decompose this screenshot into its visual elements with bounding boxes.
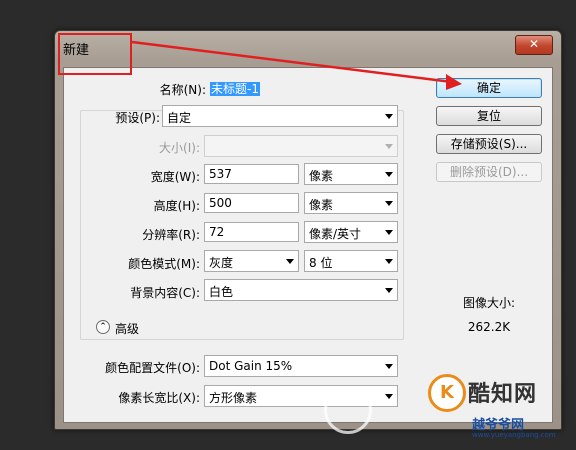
watermark-brand: 酷知网 [468, 382, 538, 407]
watermark-logo-icon: K [428, 374, 466, 412]
watermark-swirl-icon [324, 386, 372, 434]
watermark-site-url: www.yueyangbang.com [472, 431, 556, 439]
